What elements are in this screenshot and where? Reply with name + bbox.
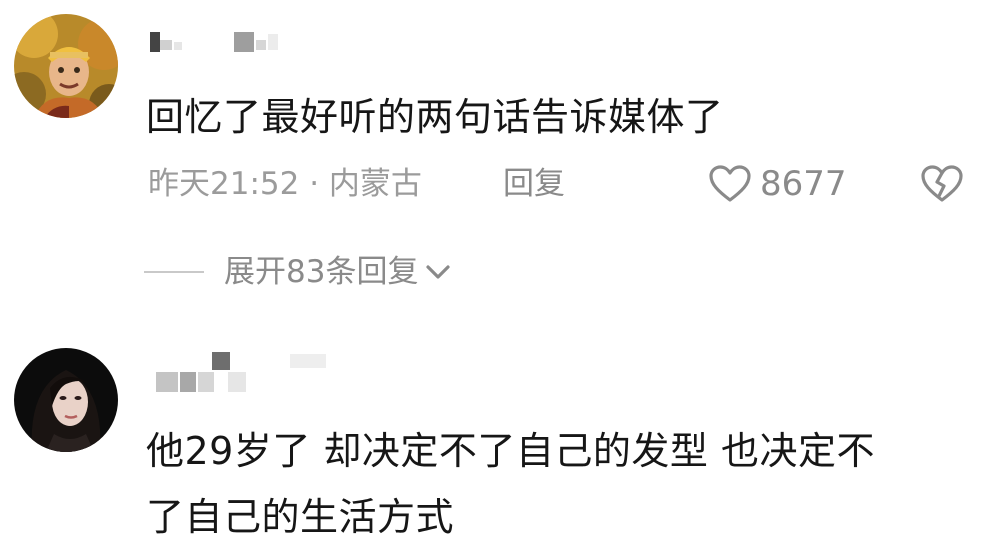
comment-item: 他29岁了 却决定不了自己的发型 也决定不 了自己的生活方式 bbox=[0, 330, 985, 556]
username-mosaic bbox=[212, 352, 230, 370]
dislike-button[interactable] bbox=[920, 164, 964, 204]
comment-timestamp-location: 昨天21:52 · 内蒙古 bbox=[148, 166, 422, 202]
avatar[interactable] bbox=[14, 14, 118, 118]
like-count: 8677 bbox=[760, 164, 847, 204]
expand-replies-label: 展开83条回复 bbox=[224, 254, 419, 290]
expand-replies-button[interactable]: 展开83条回复 bbox=[144, 252, 452, 292]
like-button[interactable]: 8677 bbox=[708, 164, 847, 204]
broken-heart-icon bbox=[921, 165, 963, 202]
monkey-king-avatar-icon bbox=[14, 14, 118, 118]
comment-text-line-2: 了自己的生活方式 bbox=[146, 495, 455, 539]
heart-outline-icon bbox=[709, 165, 751, 202]
comment-text: 回忆了最好听的两句话告诉媒体了 bbox=[146, 95, 724, 139]
reply-button[interactable]: 回复 bbox=[503, 164, 565, 204]
comment-item: 回忆了最好听的两句话告诉媒体了 昨天21:52 · 内蒙古 回复 8677 展开… bbox=[0, 0, 985, 330]
chevron-down-icon bbox=[426, 265, 451, 279]
woman-portrait-avatar-icon bbox=[14, 348, 118, 452]
comment-text-line-1: 他29岁了 却决定不了自己的发型 也决定不 bbox=[146, 429, 876, 473]
avatar[interactable] bbox=[14, 348, 118, 452]
username-mosaic bbox=[150, 32, 160, 52]
username[interactable] bbox=[148, 30, 288, 56]
divider-line bbox=[144, 271, 204, 273]
username[interactable] bbox=[152, 350, 332, 392]
